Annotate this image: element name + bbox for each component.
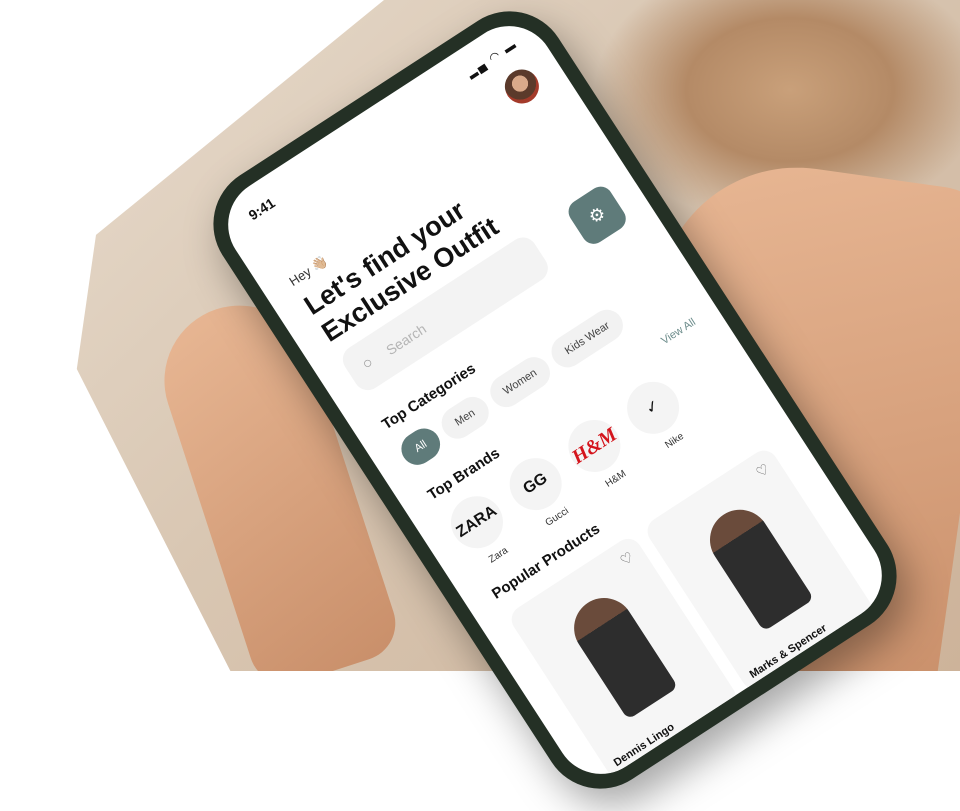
- product-name: Dennis Lingo: [611, 721, 677, 770]
- product-image: [562, 586, 679, 720]
- heart-icon[interactable]: ♡: [753, 460, 773, 481]
- brand-item-nike[interactable]: ✓ Nike: [617, 371, 699, 460]
- category-chip-women[interactable]: Women: [483, 350, 557, 414]
- avatar[interactable]: [498, 62, 546, 110]
- brand-item-gucci[interactable]: GG Gucci: [499, 448, 582, 536]
- heart-icon[interactable]: ♡: [617, 548, 637, 569]
- search-icon: ○: [359, 353, 377, 374]
- brand-item-zara[interactable]: ZARA Zara: [441, 486, 523, 574]
- brand-item-hm[interactable]: H&M H&M: [558, 409, 640, 498]
- product-image: [698, 498, 815, 632]
- category-chip-men[interactable]: Men: [435, 390, 495, 445]
- status-time: 9:41: [245, 194, 278, 224]
- product-name: Marks & Spencer: [747, 622, 829, 681]
- search-placeholder: Search: [383, 320, 430, 359]
- view-all-link[interactable]: View All: [659, 316, 698, 347]
- category-chip-kids[interactable]: Kids Wear: [545, 303, 629, 374]
- category-chip-all[interactable]: All: [395, 422, 447, 471]
- filter-button[interactable]: ⚙: [563, 182, 631, 249]
- sliders-icon: ⚙: [584, 202, 610, 229]
